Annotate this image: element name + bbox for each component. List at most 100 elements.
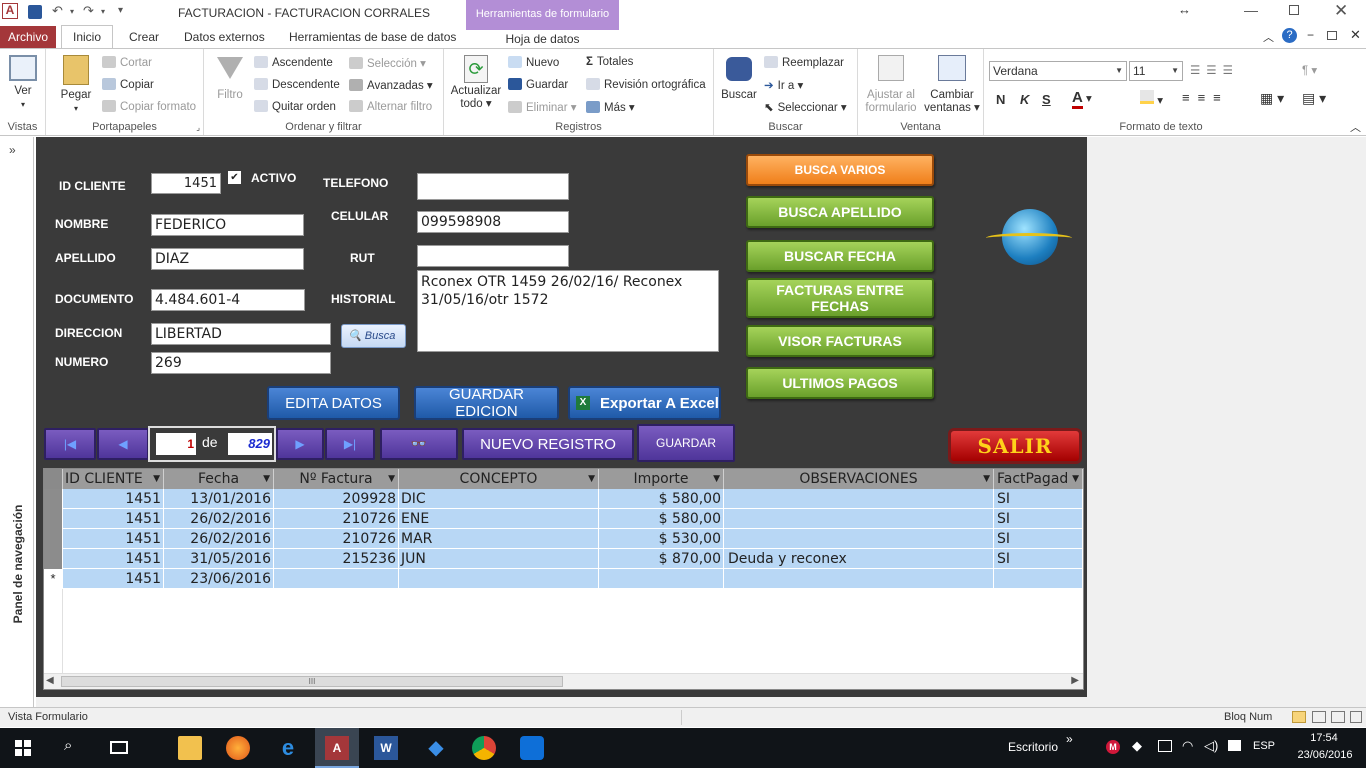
notifications-icon[interactable] (1228, 740, 1241, 751)
chevron-down-icon[interactable]: ▼ (1072, 469, 1079, 489)
tab-datos-externos[interactable]: Datos externos (184, 30, 265, 44)
bold-button[interactable]: N (996, 92, 1005, 107)
edita-datos-button[interactable]: EDITA DATOS (267, 386, 400, 420)
windows-start-icon[interactable] (15, 740, 31, 756)
col-importe[interactable]: Importe ▼ (599, 469, 724, 489)
field-celular[interactable]: 099598908 (417, 211, 569, 233)
nuevo-registro-button[interactable]: NUEVO REGISTRO (462, 428, 634, 460)
chevron-up-icon[interactable]: » (1066, 732, 1073, 746)
navigation-pane[interactable]: » Panel de navegación (0, 137, 34, 707)
dropbox-tray-icon[interactable]: ◆ (1132, 738, 1142, 754)
ajustar-formulario-button[interactable]: Ajustar al formulario (862, 55, 920, 115)
volume-icon[interactable]: ◁) (1204, 738, 1218, 754)
col-observaciones[interactable]: OBSERVACIONES ▼ (724, 469, 994, 489)
row-selector[interactable] (44, 549, 63, 569)
cell-obs[interactable]: Deuda y reconex (724, 549, 994, 569)
tab-archivo[interactable]: Archivo (0, 26, 56, 48)
cell-factura[interactable]: 210726 (274, 509, 399, 529)
quitar-orden-button[interactable]: Quitar orden (254, 100, 336, 113)
cell-pagada[interactable]: SI (994, 489, 1083, 509)
access-app-icon[interactable]: A (2, 3, 18, 19)
table-row[interactable]: 1451 26/02/2016 210726 MAR $ 530,00 SI (44, 529, 1083, 549)
guardar-form-button[interactable]: GUARDAR (637, 424, 735, 462)
table-row[interactable]: 1451 31/05/2016 215236 JUN $ 870,00 Deud… (44, 549, 1083, 569)
cell-importe[interactable] (599, 569, 724, 589)
redo-icon[interactable]: ↷ (83, 3, 94, 21)
gridlines-icon[interactable]: ▦ ▾ (1260, 90, 1284, 107)
alt-fill-icon[interactable]: ▤ ▾ (1302, 90, 1326, 107)
dialog-launcher-icon[interactable]: ⌟ (196, 123, 200, 132)
cell-pagada[interactable]: SI (994, 529, 1083, 549)
word-icon[interactable]: W (374, 736, 398, 760)
ribbon-collapse-icon[interactable]: ︿ (1350, 119, 1361, 135)
doc-close-icon[interactable]: ✕ (1350, 27, 1361, 43)
new-record-row[interactable]: * 1451 23/06/2016 (44, 569, 1083, 589)
maximize-icon[interactable] (1289, 5, 1299, 15)
minimize-icon[interactable]: — (1244, 2, 1258, 18)
undo-dropdown-icon[interactable]: ▾ (70, 7, 74, 25)
eliminar-button[interactable]: Eliminar ▾ (508, 100, 577, 114)
chevron-down-icon[interactable]: ▼ (588, 469, 595, 489)
search-icon[interactable]: ⌕ (64, 737, 72, 754)
undo-icon[interactable]: ↶ (52, 3, 63, 21)
scroll-thumb[interactable]: III (61, 676, 563, 687)
filter-dropdown-icon[interactable]: ▼ (263, 469, 270, 489)
ultimos-pagos-button[interactable]: ULTIMOS PAGOS (746, 367, 934, 399)
expand-nav-icon[interactable]: » (9, 143, 16, 157)
cell-factura[interactable] (274, 569, 399, 589)
checkbox-activo[interactable]: ✔ (228, 171, 241, 184)
teamviewer-icon[interactable] (520, 736, 544, 760)
view-datasheet-icon[interactable] (1312, 711, 1326, 723)
col-concepto[interactable]: CONCEPTO ▼ (399, 469, 599, 489)
cell-id[interactable]: 1451 (63, 569, 164, 589)
field-historial[interactable]: Rconex OTR 1459 26/02/16/ Reconex 31/05/… (417, 270, 719, 352)
language-indicator[interactable]: ESP (1253, 740, 1275, 752)
busca-varios-button[interactable]: BUSCA VARIOS (746, 154, 934, 186)
buscar-fecha-button[interactable]: BUSCAR FECHA (746, 240, 934, 272)
field-id-cliente[interactable]: 1451 (151, 173, 221, 194)
cortar-button[interactable]: Cortar (102, 56, 152, 69)
task-view-icon[interactable] (110, 741, 128, 754)
exportar-excel-button[interactable]: X Exportar A Excel (568, 386, 721, 420)
revision-button[interactable]: Revisión ortográfica (586, 78, 706, 91)
filtro-button[interactable]: Filtro (212, 55, 248, 102)
cell-obs[interactable] (724, 509, 994, 529)
cell-pagada[interactable]: SI (994, 549, 1083, 569)
field-direccion[interactable]: LIBERTAD (151, 323, 331, 345)
cell-fecha[interactable]: 31/05/2016 (164, 549, 274, 569)
new-row-selector[interactable]: * (44, 569, 63, 589)
ribbon-collapse-icon[interactable]: ︿ (1263, 29, 1274, 45)
row-selector[interactable] (44, 489, 63, 509)
cell-concepto[interactable]: ENE (399, 509, 599, 529)
clock-date[interactable]: 23/06/2016 (1290, 749, 1360, 761)
italic-button[interactable]: K (1020, 92, 1029, 107)
avanzadas-button[interactable]: Avanzadas ▾ (349, 78, 433, 92)
nuevo-button[interactable]: Nuevo (508, 56, 559, 69)
list-icons[interactable]: ☰☰☰ (1190, 63, 1239, 77)
field-telefono[interactable] (417, 173, 569, 200)
clock-time[interactable]: 17:54 (1304, 732, 1344, 744)
cell-pagada[interactable]: SI (994, 509, 1083, 529)
scroll-left-icon[interactable]: ◀ (46, 675, 54, 686)
firefox-icon[interactable] (226, 736, 250, 760)
field-nombre[interactable]: FEDERICO (151, 214, 304, 236)
dropbox-icon[interactable]: ◆ (424, 736, 448, 760)
cell-importe[interactable]: $ 870,00 (599, 549, 724, 569)
underline-button[interactable]: S (1042, 92, 1051, 107)
invoices-datasheet[interactable]: ID CLIENTE ▼ Fecha ▼ Nº Factura ▼ CONCEPTO ▼… (43, 468, 1084, 690)
tab-herramientas-bd[interactable]: Herramientas de base de datos (289, 30, 456, 44)
cell-fecha[interactable]: 26/02/2016 (164, 529, 274, 549)
seleccion-button[interactable]: Selección ▾ (349, 56, 426, 70)
cell-concepto[interactable] (399, 569, 599, 589)
cell-id[interactable]: 1451 (63, 509, 164, 529)
cell-importe[interactable]: $ 530,00 (599, 529, 724, 549)
row-selector[interactable] (44, 529, 63, 549)
cell-factura[interactable]: 215236 (274, 549, 399, 569)
resize-icon[interactable]: ↔ (1178, 2, 1191, 17)
tab-inicio[interactable]: Inicio (61, 25, 113, 49)
font-select[interactable]: Verdana ▼ (989, 61, 1127, 81)
cell-concepto[interactable]: MAR (399, 529, 599, 549)
tab-crear[interactable]: Crear (129, 30, 159, 44)
field-numero[interactable]: 269 (151, 352, 331, 374)
chevron-down-icon[interactable]: ▼ (153, 469, 160, 489)
